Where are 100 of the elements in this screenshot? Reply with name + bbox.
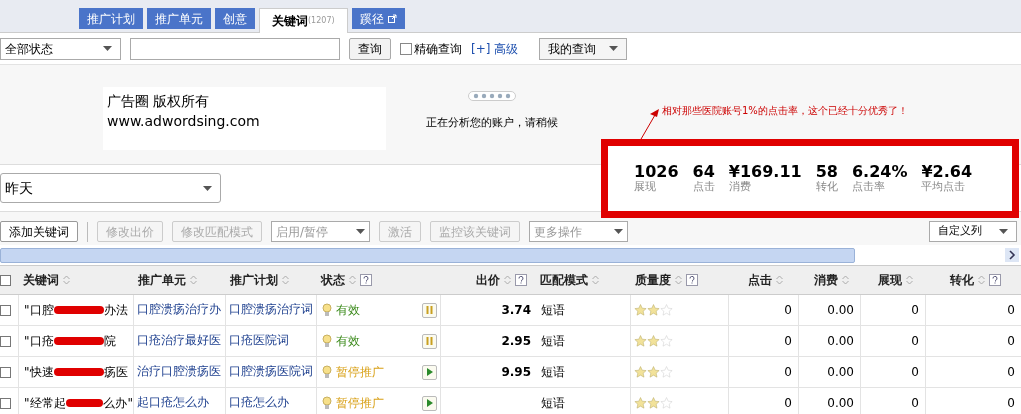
sort-icon[interactable] xyxy=(776,275,783,285)
tab[interactable]: 推广单元 xyxy=(147,8,211,29)
caret-icon xyxy=(999,229,1008,234)
status-text: 有效 xyxy=(336,333,360,350)
sort-icon[interactable] xyxy=(349,275,356,285)
stat-label: 点击率 xyxy=(851,178,886,194)
play-button[interactable] xyxy=(422,395,437,411)
stat-label: 展现 xyxy=(634,178,657,194)
sort-icon[interactable] xyxy=(190,275,197,285)
table-cell-text: 0 xyxy=(911,364,919,381)
table-cell-text: 0 xyxy=(1007,364,1015,381)
help-icon[interactable] xyxy=(515,274,527,286)
tab-count: (1207) xyxy=(308,16,335,25)
unit-link[interactable]: 口腔溃疡治疗办 xyxy=(137,301,221,319)
unit-link[interactable]: 治疗口腔溃疡医 xyxy=(137,363,221,381)
table-cell-text: 3.74 xyxy=(501,302,531,319)
star-icon xyxy=(647,304,660,316)
sort-icon[interactable] xyxy=(282,275,289,285)
sort-icon[interactable] xyxy=(504,275,511,285)
row-checkbox[interactable] xyxy=(0,397,11,409)
table-cell-text: 疡医 xyxy=(103,364,128,381)
action-button[interactable]: 添加关键词 xyxy=(0,221,78,242)
column-header[interactable]: 消费 xyxy=(814,271,838,289)
sort-icon[interactable] xyxy=(675,275,682,285)
stat-value: 6.24% xyxy=(851,163,908,179)
status-text: 有效 xyxy=(336,302,360,319)
stat-label: 点击 xyxy=(692,178,715,194)
unit-link[interactable]: 口疮治疗最好医 xyxy=(137,332,221,350)
star-icon xyxy=(634,397,647,409)
column-header[interactable]: 展现 xyxy=(877,271,902,289)
select-all-checkbox[interactable] xyxy=(0,274,11,286)
table-cell-text: 0 xyxy=(1007,395,1015,412)
help-icon[interactable] xyxy=(686,274,698,286)
date-select[interactable]: 昨天 xyxy=(0,173,221,203)
help-icon[interactable] xyxy=(360,274,372,286)
annotation-text: 相对那些医院账号1%的点击率，这个已经十分优秀了！ xyxy=(662,104,908,118)
table-cell-text: "快速 xyxy=(24,364,54,381)
column-header[interactable]: 转化 xyxy=(950,271,974,289)
sort-icon[interactable] xyxy=(842,275,849,285)
sort-icon[interactable] xyxy=(905,275,913,285)
play-button[interactable] xyxy=(422,364,437,380)
star-icon xyxy=(647,335,660,347)
unit-link[interactable]: 起口疮怎么办 xyxy=(137,394,209,412)
stat-label: 转化 xyxy=(815,178,838,194)
pause-icon xyxy=(426,337,433,345)
sort-icon[interactable] xyxy=(592,275,599,285)
status-select[interactable]: 全部状态 xyxy=(0,37,121,60)
star-icon xyxy=(634,304,647,316)
table-cell-text: 院 xyxy=(103,333,116,350)
search-field[interactable] xyxy=(130,37,340,60)
help-icon[interactable] xyxy=(989,274,1001,286)
star-icon xyxy=(660,304,673,316)
tab[interactable]: 创意 xyxy=(215,8,255,29)
plan-link[interactable]: 口疮怎么办 xyxy=(229,394,289,412)
plan-link[interactable]: 口腔溃疡治疗词 xyxy=(229,301,313,319)
table-cell-text: 0 xyxy=(784,302,792,319)
my-query-select[interactable]: 我的查询 xyxy=(539,37,628,60)
table-cell-text: 短语 xyxy=(541,395,565,412)
table-cell-text: 短语 xyxy=(541,364,565,381)
custom-columns-select[interactable]: 自定义列 xyxy=(929,221,1017,242)
row-checkbox[interactable] xyxy=(0,304,11,316)
exact-query-checkbox[interactable] xyxy=(400,42,412,55)
table-cell-text: 0.00 xyxy=(827,302,854,319)
column-header[interactable]: 匹配模式 xyxy=(540,271,588,289)
pause-icon xyxy=(426,306,433,314)
table-cell-text: 0 xyxy=(1007,302,1015,319)
query-button[interactable]: 查询 xyxy=(349,37,391,60)
banner-url: www.adwordsing.com xyxy=(107,112,261,131)
status-text: 暂停推广 xyxy=(336,395,384,412)
table-cell-text: "经常起 xyxy=(24,395,66,412)
table-cell-text: 短语 xyxy=(541,333,565,350)
plan-link[interactable]: 口腔溃疡医院词 xyxy=(229,363,313,381)
scrollbar-thumb[interactable] xyxy=(0,247,855,263)
play-icon xyxy=(426,368,433,376)
row-checkbox[interactable] xyxy=(0,335,11,347)
plan-link[interactable]: 口疮医院词 xyxy=(229,332,289,350)
column-header[interactable]: 质量度 xyxy=(635,271,671,289)
redaction-mark xyxy=(53,337,104,345)
caret-icon xyxy=(614,229,623,234)
pause-button[interactable] xyxy=(422,302,437,318)
column-header[interactable]: 推广计划 xyxy=(230,271,278,289)
tab[interactable]: 推广计划 xyxy=(79,8,143,29)
scroll-right-icon[interactable] xyxy=(1005,248,1019,262)
column-header[interactable]: 关键词 xyxy=(23,271,59,289)
caret-icon xyxy=(203,185,212,191)
redaction-mark xyxy=(53,306,104,314)
sort-icon[interactable] xyxy=(978,275,985,285)
pause-button[interactable] xyxy=(422,333,437,349)
sort-icon[interactable] xyxy=(63,275,70,285)
tab[interactable]: 蹊径 xyxy=(351,8,405,29)
table-cell-text: 0.00 xyxy=(827,364,854,381)
column-header[interactable]: 点击 xyxy=(748,271,772,289)
column-header[interactable]: 状态 xyxy=(321,271,345,289)
lightbulb-icon xyxy=(322,365,332,379)
advanced-link[interactable]: [+] 高级 xyxy=(471,39,519,58)
column-header[interactable]: 出价 xyxy=(476,271,500,289)
stat-value: ¥169.11 xyxy=(728,163,802,179)
row-checkbox[interactable] xyxy=(0,366,11,378)
redaction-mark xyxy=(65,399,104,407)
column-header[interactable]: 推广单元 xyxy=(138,271,186,289)
